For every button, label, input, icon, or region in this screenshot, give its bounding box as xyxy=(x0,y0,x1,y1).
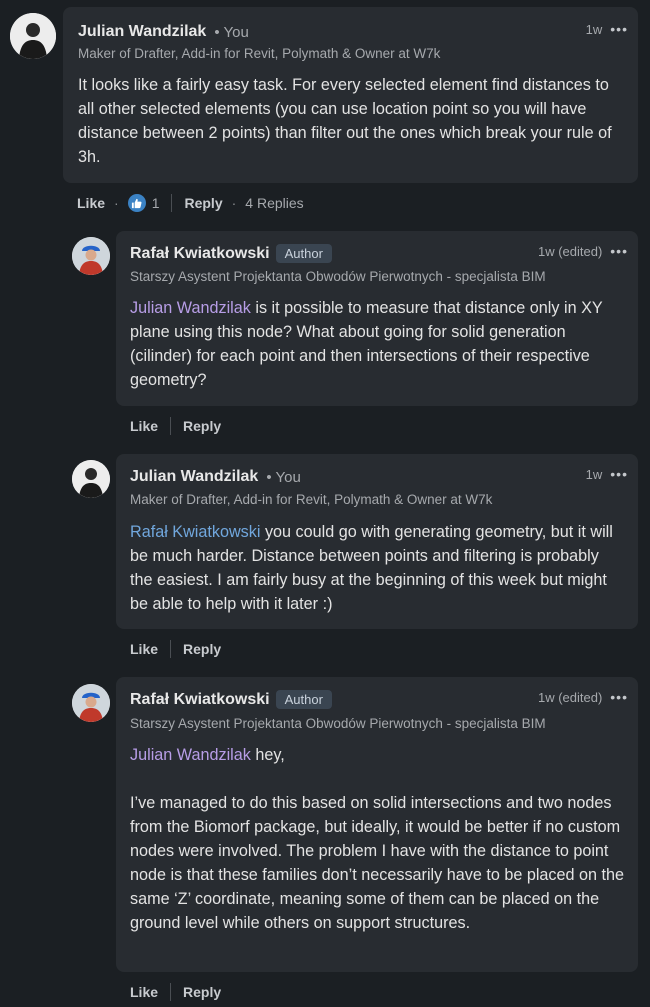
reply-actions: Like Reply xyxy=(130,983,221,1001)
timestamp: 1w (edited) xyxy=(537,243,603,259)
author-headline: Starszy Asystent Projektanta Obwodów Pie… xyxy=(130,269,546,284)
reply-button[interactable]: Reply xyxy=(183,984,221,1000)
separator-dot: · xyxy=(114,195,119,211)
timestamp: 1w xyxy=(585,21,603,37)
author-badge: Author xyxy=(275,244,332,263)
timestamp: 1w xyxy=(585,466,603,482)
avatar[interactable] xyxy=(72,684,110,722)
person-photo-icon xyxy=(72,460,110,498)
person-photo-icon xyxy=(72,237,110,275)
reply-text: Julian Wandzilak hey, xyxy=(130,743,625,767)
like-button[interactable]: Like xyxy=(130,984,158,1000)
person-photo-icon xyxy=(10,13,56,59)
reply-text: Julian Wandzilak is it possible to measu… xyxy=(130,296,625,392)
reply-body: hey, xyxy=(250,746,285,764)
person-photo-icon xyxy=(72,684,110,722)
divider xyxy=(171,194,173,212)
author-name[interactable]: Rafał Kwiatkowski xyxy=(130,691,270,709)
avatar[interactable] xyxy=(10,13,56,59)
author-row: Rafał Kwiatkowski Author xyxy=(130,244,332,263)
you-label: You xyxy=(214,24,248,41)
more-horizontal-icon[interactable]: ••• xyxy=(610,243,628,259)
separator-dot: · xyxy=(231,195,237,211)
more-horizontal-icon[interactable]: ••• xyxy=(610,21,628,37)
more-horizontal-icon[interactable]: ••• xyxy=(610,689,628,705)
reply-button[interactable]: Reply xyxy=(183,418,221,434)
author-badge: Author xyxy=(275,690,332,709)
timestamp: 1w (edited) xyxy=(537,689,603,705)
comment-text: It looks like a fairly easy task. For ev… xyxy=(78,73,623,169)
avatar[interactable] xyxy=(72,460,110,498)
author-headline: Starszy Asystent Projektanta Obwodów Pie… xyxy=(130,716,546,731)
you-label: You xyxy=(266,469,300,486)
reply-text-paragraph-2: I’ve managed to do this based on solid i… xyxy=(130,794,625,932)
comment-meta: 1w ••• xyxy=(586,21,628,37)
more-horizontal-icon[interactable]: ••• xyxy=(610,466,628,482)
author-row: Julian Wandzilak You xyxy=(130,468,301,486)
reply-button[interactable]: Reply xyxy=(183,641,221,657)
author-row: Julian Wandzilak You xyxy=(78,23,249,41)
mention-link[interactable]: Julian Wandzilak xyxy=(130,746,251,764)
author-headline: Maker of Drafter, Add-in for Revit, Poly… xyxy=(78,46,441,61)
comment-actions: Like · 1 Reply · 4 Replies xyxy=(77,194,304,212)
avatar[interactable] xyxy=(72,237,110,275)
mention-link[interactable]: Rafał Kwiatkowski xyxy=(130,523,260,541)
replies-count-link[interactable]: 4 Replies xyxy=(245,195,303,211)
comment-meta: 1w ••• xyxy=(586,466,628,482)
author-name[interactable]: Julian Wandzilak xyxy=(78,23,206,41)
mention-link[interactable]: Julian Wandzilak xyxy=(130,299,251,317)
author-name[interactable]: Julian Wandzilak xyxy=(130,468,258,486)
divider xyxy=(170,640,172,658)
author-headline: Maker of Drafter, Add-in for Revit, Poly… xyxy=(130,492,493,507)
thumbs-up-reaction-icon[interactable] xyxy=(127,194,146,212)
divider xyxy=(170,983,172,1001)
like-button[interactable]: Like xyxy=(130,418,158,434)
reply-actions: Like Reply xyxy=(130,640,221,658)
reply-actions: Like Reply xyxy=(130,417,221,435)
comment-meta: 1w (edited) ••• xyxy=(538,689,628,705)
comment-meta: 1w (edited) ••• xyxy=(538,243,628,259)
author-row: Rafał Kwiatkowski Author xyxy=(130,690,332,709)
divider xyxy=(170,417,172,435)
comment-body: It looks like a fairly easy task. For ev… xyxy=(78,76,612,166)
reaction-count[interactable]: 1 xyxy=(152,195,160,211)
author-name[interactable]: Rafał Kwiatkowski xyxy=(130,245,270,263)
reply-text: Rafał Kwiatkowski you could go with gene… xyxy=(130,520,625,616)
like-button[interactable]: Like xyxy=(77,195,105,211)
reply-button[interactable]: Reply xyxy=(184,195,222,211)
like-button[interactable]: Like xyxy=(130,641,158,657)
